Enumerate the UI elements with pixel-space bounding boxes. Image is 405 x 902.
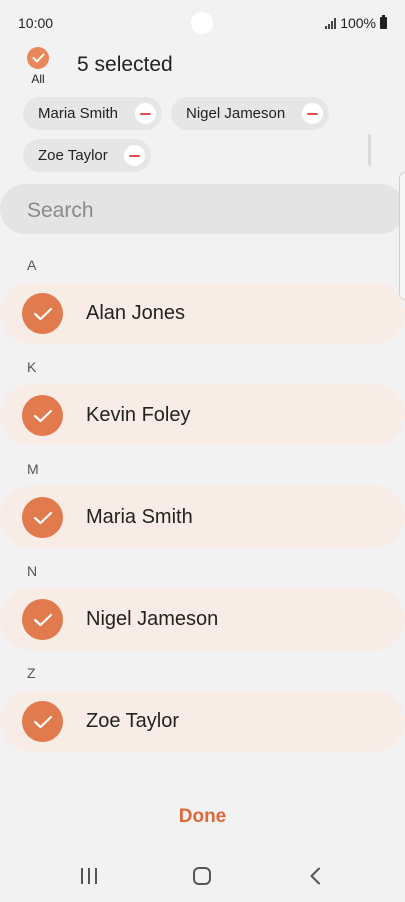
status-bar: 10:00 100% <box>0 0 405 46</box>
check-icon[interactable] <box>22 701 63 742</box>
select-all-toggle[interactable]: All <box>26 47 50 86</box>
contact-row[interactable]: Zoe Taylor <box>0 690 405 752</box>
contact-name: Zoe Taylor <box>86 710 180 732</box>
remove-icon[interactable] <box>302 103 323 124</box>
contact-row[interactable]: Nigel Jameson <box>0 588 405 650</box>
back-icon[interactable] <box>309 867 321 890</box>
section-letter: K <box>27 359 37 375</box>
chip-zoe-taylor[interactable]: Zoe Taylor <box>23 139 151 172</box>
side-panel-handle[interactable] <box>399 172 405 300</box>
section-letter: Z <box>27 665 36 681</box>
section-letter: N <box>27 563 38 579</box>
contact-name: Alan Jones <box>86 302 185 324</box>
chip-nigel-jameson[interactable]: Nigel Jameson <box>171 97 329 130</box>
contact-name: Nigel Jameson <box>86 608 219 630</box>
all-label: All <box>31 72 45 86</box>
check-icon <box>27 47 49 69</box>
contact-name: Kevin Foley <box>86 404 191 426</box>
chip-maria-smith[interactable]: Maria Smith <box>23 97 162 130</box>
chip-label: Zoe Taylor <box>38 147 108 164</box>
camera-cutout <box>191 12 213 34</box>
remove-icon[interactable] <box>135 103 156 124</box>
contact-row[interactable]: Kevin Foley <box>0 384 405 446</box>
status-time: 10:00 <box>18 15 54 31</box>
section-letter: A <box>27 257 37 273</box>
status-indicators: 100% <box>325 15 387 31</box>
check-icon[interactable] <box>22 395 63 436</box>
section-letter: M <box>27 461 39 477</box>
check-icon[interactable] <box>22 497 63 538</box>
done-button[interactable]: Done <box>0 806 405 828</box>
recent-apps-icon[interactable] <box>81 868 97 884</box>
chips-scrollbar[interactable] <box>368 134 371 166</box>
chip-label: Nigel Jameson <box>186 105 286 122</box>
search-input[interactable]: Search <box>27 199 94 223</box>
navigation-bar <box>0 850 405 902</box>
check-icon[interactable] <box>22 293 63 334</box>
home-icon[interactable] <box>193 867 211 885</box>
search-bar[interactable]: Search <box>0 184 405 234</box>
contact-name: Maria Smith <box>86 506 193 528</box>
selected-count-title: 5 selected <box>77 53 173 76</box>
check-icon[interactable] <box>22 599 63 640</box>
contact-row[interactable]: Maria Smith <box>0 486 405 548</box>
battery-percent: 100% <box>340 15 376 31</box>
signal-icon <box>325 17 337 29</box>
chip-label: Maria Smith <box>38 105 119 122</box>
contact-row[interactable]: Alan Jones <box>0 282 405 344</box>
battery-icon <box>380 15 387 29</box>
remove-icon[interactable] <box>124 145 145 166</box>
